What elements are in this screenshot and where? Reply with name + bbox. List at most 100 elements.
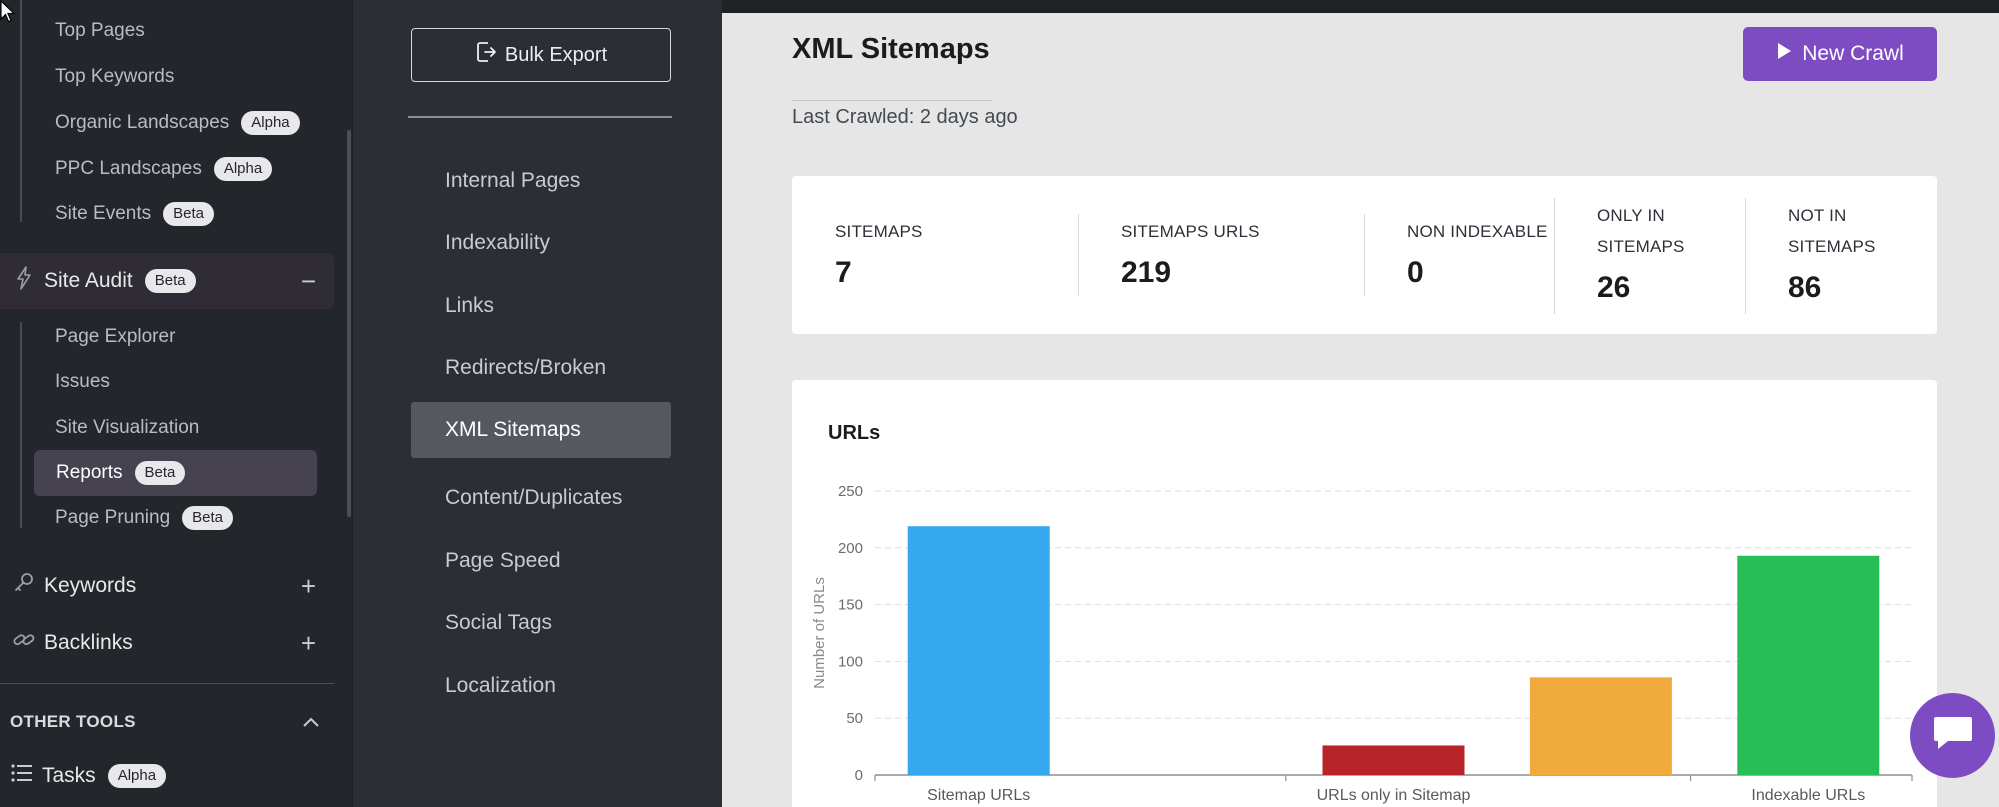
nav-item-label: Redirects/Broken xyxy=(445,356,607,379)
sidebar-item-top-pages[interactable]: Top Pages xyxy=(55,15,145,47)
sidebar-item-tasks[interactable]: Tasks Alpha xyxy=(0,748,334,804)
last-crawled-text: Last Crawled: 2 days ago xyxy=(792,106,1018,128)
sidebar-item-label: Top Keywords xyxy=(55,66,175,87)
stat-value: 86 xyxy=(1788,271,1822,304)
stat-non-indexable: NON INDEXABLE 0 xyxy=(1407,176,1557,334)
stat-divider xyxy=(1554,198,1555,314)
other-tools-header[interactable]: OTHER TOOLS xyxy=(10,710,320,734)
sidebar-section-backlinks[interactable]: Backlinks + xyxy=(0,615,334,671)
sidebar-item-page-pruning[interactable]: Page Pruning Beta xyxy=(55,502,234,534)
sidebar-item-label: Top Pages xyxy=(55,20,145,41)
sidebar-item-issues[interactable]: Issues xyxy=(55,366,110,398)
sidebar-item-label: Site Visualization xyxy=(55,417,200,438)
bulk-export-button[interactable]: Bulk Export xyxy=(411,28,671,82)
sidebar-item-page-explorer[interactable]: Page Explorer xyxy=(55,321,175,353)
nav-item-label: Links xyxy=(445,294,495,317)
nav-item-links[interactable]: Links xyxy=(411,278,671,334)
section-label: Tasks xyxy=(42,764,96,787)
stat-label-line-1: NOT IN xyxy=(1788,206,1847,225)
tree-line-audit xyxy=(20,322,22,528)
urls-bar-chart: 0 50 100 150 200 250 Number of URLs Sitemap URL… xyxy=(811,483,1913,804)
lightning-icon xyxy=(10,266,38,296)
expand-icon[interactable]: + xyxy=(301,573,316,599)
new-crawl-button[interactable]: New Crawl xyxy=(1743,27,1937,81)
sidebar-item-reports[interactable]: Reports Beta xyxy=(34,450,317,496)
y-axis-label: Number of URLs xyxy=(811,577,828,689)
sidebar-item-label: Organic Landscapes xyxy=(55,112,230,133)
y-tick-label: 250 xyxy=(838,483,863,500)
y-tick-label: 150 xyxy=(838,597,863,614)
sidebar-section-site-audit[interactable]: Site Audit Beta − xyxy=(0,253,334,309)
nav-item-label: Social Tags xyxy=(445,611,553,634)
stat-sitemaps: SITEMAPS 7 xyxy=(835,176,1065,334)
report-nav-panel: Bulk Export Internal Pages Indexability … xyxy=(352,0,722,807)
nav-item-internal-pages[interactable]: Internal Pages xyxy=(411,153,671,209)
section-label: Site Audit xyxy=(44,269,133,292)
nav-item-content-duplicates[interactable]: Content/Duplicates xyxy=(411,470,671,526)
left-sidebar: Top Pages Top Keywords Organic Landscape… xyxy=(0,0,352,807)
stat-label-line-1: ONLY IN xyxy=(1597,206,1665,225)
play-icon xyxy=(1776,42,1792,66)
stat-label: SITEMAPS URLS xyxy=(1121,222,1260,241)
stat-value: 7 xyxy=(835,256,852,289)
page-title: XML Sitemaps xyxy=(792,33,990,65)
stat-label: NON INDEXABLE xyxy=(1407,222,1548,241)
sidebar-item-top-keywords[interactable]: Top Keywords xyxy=(55,61,174,93)
alpha-badge: Alpha xyxy=(241,111,300,135)
sidebar-item-organic-landscapes[interactable]: Organic Landscapes Alpha xyxy=(55,107,300,139)
title-divider xyxy=(792,100,992,101)
sidebar-section-keywords[interactable]: Keywords + xyxy=(0,558,334,614)
sidebar-item-label: Page Explorer xyxy=(55,326,176,347)
chevron-up-icon[interactable] xyxy=(302,711,320,734)
y-tick-label: 50 xyxy=(846,710,863,727)
beta-badge: Beta xyxy=(144,269,196,293)
stat-only-in-sitemaps: ONLY IN SITEMAPS 26 xyxy=(1597,176,1737,334)
nav-item-label: Page Speed xyxy=(445,549,561,572)
collapse-icon[interactable]: − xyxy=(301,268,316,294)
stat-not-in-sitemaps: NOT IN SITEMAPS 86 xyxy=(1788,176,1928,334)
stat-divider xyxy=(1364,214,1365,296)
sidebar-item-site-events[interactable]: Site Events Beta xyxy=(55,198,214,230)
nav-item-indexability[interactable]: Indexability xyxy=(411,215,671,271)
list-icon xyxy=(8,764,36,788)
section-label: OTHER TOOLS xyxy=(10,712,136,731)
beta-badge: Beta xyxy=(134,461,186,485)
section-label: Backlinks xyxy=(44,631,133,654)
sidebar-item-label: Page Pruning xyxy=(55,507,171,528)
sidebar-item-label: Reports xyxy=(56,462,123,483)
tree-line-seo xyxy=(20,0,22,222)
sidebar-item-label: Site Events xyxy=(55,203,152,224)
stat-divider xyxy=(1745,198,1746,314)
mouse-cursor-icon xyxy=(0,0,16,23)
x-tick-label: URLs only in Sitemap xyxy=(1317,787,1471,804)
x-tick-label: Indexable URLs xyxy=(1751,787,1865,804)
section-label: Keywords xyxy=(44,574,137,597)
sidebar-scrollbar[interactable] xyxy=(347,130,351,517)
stat-value: 26 xyxy=(1597,271,1631,304)
expand-icon[interactable]: + xyxy=(301,630,316,656)
nav-item-social-tags[interactable]: Social Tags xyxy=(411,595,671,651)
bulk-export-label: Bulk Export xyxy=(504,43,608,66)
beta-badge: Beta xyxy=(182,506,234,530)
chat-support-button[interactable] xyxy=(1910,693,1995,778)
sidebar-item-ppc-landscapes[interactable]: PPC Landscapes Alpha xyxy=(55,153,273,185)
export-icon xyxy=(475,41,497,69)
sitemap-stats-card: SITEMAPS 7 SITEMAPS URLS 219 NON INDEXAB… xyxy=(792,176,1937,334)
sidebar-item-label: Issues xyxy=(55,371,110,392)
stat-label-line-2: SITEMAPS xyxy=(1597,237,1685,256)
stat-value: 0 xyxy=(1407,256,1424,289)
chart-bar xyxy=(1529,677,1672,775)
key-icon xyxy=(10,572,38,600)
nav-item-redirects-broken[interactable]: Redirects/Broken xyxy=(411,340,671,396)
nav-item-label: Indexability xyxy=(445,231,551,254)
y-tick-label: 100 xyxy=(838,653,863,670)
nav-item-label: Content/Duplicates xyxy=(445,486,623,509)
stat-sitemaps-urls: SITEMAPS URLS 219 xyxy=(1121,176,1351,334)
chart-bar xyxy=(907,526,1050,775)
nav-item-localization[interactable]: Localization xyxy=(411,658,671,714)
sidebar-item-site-visualization[interactable]: Site Visualization xyxy=(55,412,199,444)
alpha-badge: Alpha xyxy=(107,764,167,788)
nav-item-xml-sitemaps[interactable]: XML Sitemaps xyxy=(411,402,671,458)
nav-item-page-speed[interactable]: Page Speed xyxy=(411,533,671,589)
panel-divider xyxy=(408,116,672,118)
